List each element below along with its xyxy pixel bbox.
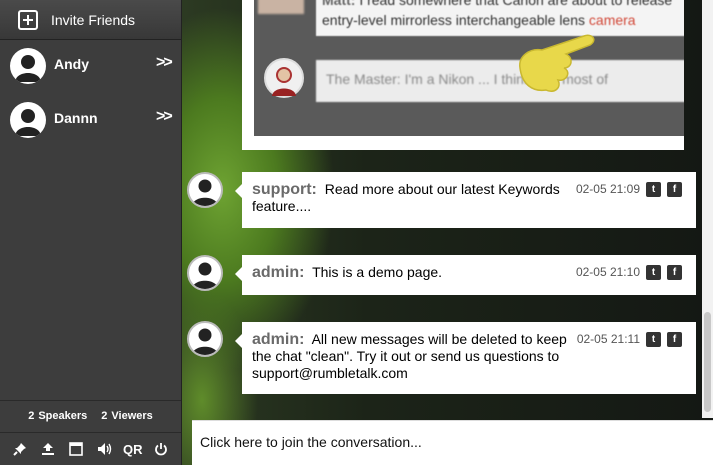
avatar [10,48,46,84]
qr-button[interactable]: QR [123,439,143,459]
message-author: admin: [252,331,305,348]
window-icon[interactable] [66,439,86,459]
plus-icon [18,9,38,30]
pin-icon[interactable] [10,439,30,459]
chat-message: support: Read more about our latest Keyw… [235,172,696,228]
pointing-hand-icon [519,34,595,92]
twitter-icon[interactable]: t [646,332,661,347]
sound-icon[interactable] [95,439,115,459]
message-time: 02-05 21:11 [576,332,640,346]
user-name: Dannn [54,110,98,126]
embedded-image[interactable]: Matt: I read somewhere that Canon are ab… [242,0,684,150]
viewers-label: Viewers [111,409,153,422]
chat-scrollbar[interactable] [702,0,713,418]
facebook-icon[interactable]: f [667,265,682,280]
message-time: 02-05 21:10 [575,265,640,279]
upload-icon[interactable] [38,439,58,459]
chevron-right-icon[interactable]: >> [156,108,173,126]
speakers-count: 2 [28,409,35,422]
message-meta: 02-05 21:09 t f [576,181,682,198]
message-meta: 02-05 21:10 t f [576,264,682,281]
user-name: Andy [54,56,89,72]
twitter-icon[interactable]: t [646,265,661,280]
chat-area: Matt: I read somewhere that Canon are ab… [182,0,713,465]
join-conversation-input[interactable]: Click here to join the conversation... [192,420,713,465]
avatar [10,102,46,138]
scrollbar-thumb[interactable] [704,312,711,412]
sidebar: Invite Friends Andy >> Dannn >> 2 Speake… [0,0,182,465]
avatar [258,0,304,14]
message-text: This is a demo page. [312,264,443,280]
chevron-right-icon[interactable]: >> [156,54,173,72]
speakers-label: Speakers [38,409,88,422]
message-author: admin: [252,264,305,281]
user-item-dannn[interactable]: Dannn >> [0,94,181,148]
embedded-image-content: Matt: I read somewhere that Canon are ab… [254,0,684,136]
avatar [187,321,223,357]
user-item-andy[interactable]: Andy >> [0,40,181,94]
invite-friends-button[interactable]: Invite Friends [0,0,181,40]
participant-counts: 2 Speakers 2 Viewers [0,400,181,430]
chat-message: admin: All new messages will be deleted … [235,322,696,394]
avatar [187,255,223,291]
avatar [264,58,304,98]
bottom-toolbar: QR [0,432,181,465]
chat-message: admin: This is a demo page. 02-05 21:10 … [235,255,696,295]
facebook-icon[interactable]: f [667,332,682,347]
message-meta: 02-05 21:11 t f [577,331,682,348]
embedded-message: The Master: I'm a Nikon ... I think that… [316,60,684,102]
avatar [187,172,223,208]
twitter-icon[interactable]: t [646,182,661,197]
facebook-icon[interactable]: f [667,182,682,197]
invite-friends-label: Invite Friends [51,11,136,28]
embedded-message: Matt: I read somewhere that Canon are ab… [316,0,684,36]
message-author: support: [252,181,317,198]
power-icon[interactable] [151,439,171,459]
message-time: 02-05 21:09 [575,182,640,196]
viewers-count: 2 [101,409,108,422]
